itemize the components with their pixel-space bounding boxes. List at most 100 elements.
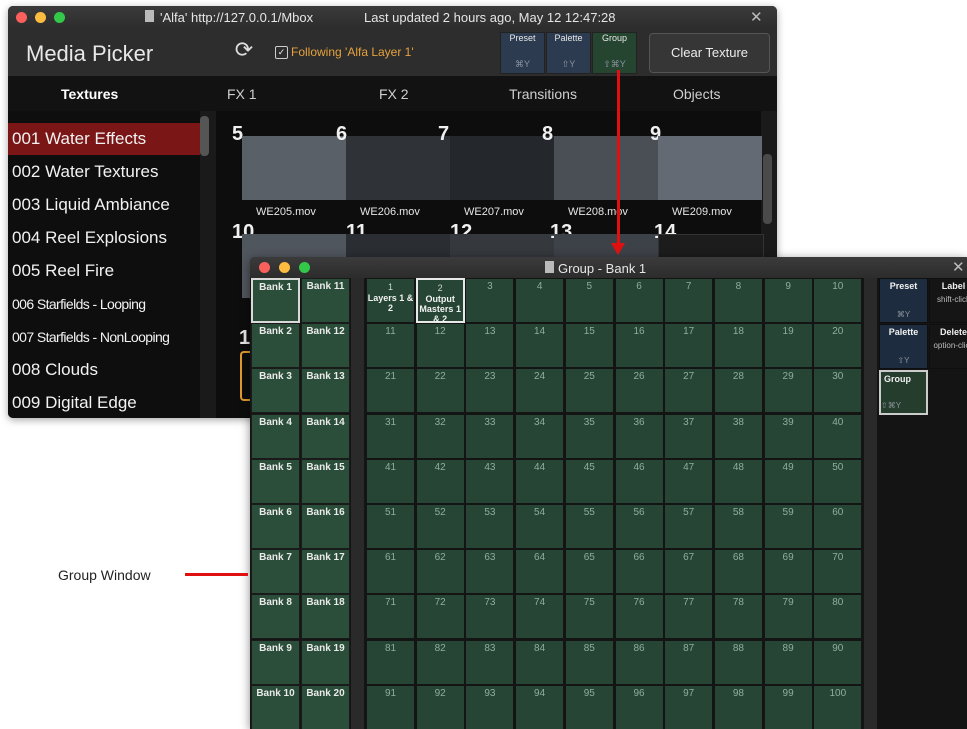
pin-icon[interactable]: ✕ xyxy=(952,258,965,276)
folder-item[interactable]: 003 Liquid Ambiance xyxy=(8,189,200,221)
group-cell[interactable]: 32 xyxy=(415,413,465,459)
group-cell[interactable]: 43 xyxy=(465,458,515,504)
folder-item[interactable]: 001 Water Effects xyxy=(8,123,200,155)
group-cell[interactable]: 37 xyxy=(664,413,714,459)
bank-button[interactable]: Bank 6 xyxy=(251,504,300,549)
group-cell[interactable]: 97 xyxy=(664,684,714,729)
group-cell[interactable]: 73 xyxy=(465,594,515,640)
group-cell[interactable]: 22 xyxy=(415,368,465,414)
group-cell[interactable]: 11 xyxy=(366,323,415,369)
group-cell[interactable]: 7 xyxy=(664,278,714,323)
group-cell[interactable]: 13 xyxy=(465,323,515,369)
texture-thumbnail[interactable] xyxy=(346,136,450,200)
group-cell[interactable]: 52 xyxy=(415,504,465,549)
group-cell[interactable]: 80 xyxy=(813,594,863,640)
group-cell[interactable]: 77 xyxy=(664,594,714,640)
group-cell[interactable]: 51 xyxy=(366,504,415,549)
group-cell[interactable]: 29 xyxy=(763,368,813,414)
group-cell[interactable]: 35 xyxy=(564,413,614,459)
group-cell[interactable]: 95 xyxy=(564,684,614,729)
bank-button[interactable]: Bank 13 xyxy=(301,368,350,414)
group-cell[interactable]: 85 xyxy=(564,639,614,685)
group-cell[interactable]: 19 xyxy=(763,323,813,369)
group-cell[interactable]: 70 xyxy=(813,549,863,595)
group-cell[interactable]: 98 xyxy=(713,684,763,729)
folder-item[interactable]: 009 Digital Edge xyxy=(8,387,200,418)
folder-item[interactable]: 002 Water Textures xyxy=(8,156,200,188)
refresh-icon[interactable]: ⟳ xyxy=(229,35,259,65)
group-cell[interactable]: 14 xyxy=(515,323,565,369)
bank-scrollbar[interactable] xyxy=(351,278,364,729)
zoom-window-button[interactable] xyxy=(299,262,310,273)
group-cell[interactable]: 16 xyxy=(614,323,664,369)
folder-list[interactable]: 001 Water Effects 002 Water Textures 003… xyxy=(8,111,200,418)
group-cell[interactable]: 62 xyxy=(415,549,465,595)
minimize-window-button[interactable] xyxy=(35,12,46,23)
group-cell[interactable]: 42 xyxy=(415,458,465,504)
following-checkbox[interactable]: ✓ xyxy=(275,46,288,59)
bank-button[interactable]: Bank 1 xyxy=(251,278,300,323)
group-cell[interactable]: 74 xyxy=(515,594,565,640)
group-cell[interactable]: 4 xyxy=(515,278,565,323)
preset-mode-button[interactable]: Preset ⌘Y xyxy=(500,32,545,74)
group-cell[interactable]: 45 xyxy=(564,458,614,504)
group-cell[interactable]: 5 xyxy=(564,278,614,323)
group-cell[interactable]: 17 xyxy=(664,323,714,369)
tab-objects[interactable]: Objects xyxy=(673,86,720,102)
group-cell[interactable]: 88 xyxy=(713,639,763,685)
folder-item[interactable]: 007 Starfields - NonLooping xyxy=(8,321,200,353)
bank-button[interactable]: Bank 11 xyxy=(301,278,350,323)
group-cell[interactable]: 38 xyxy=(713,413,763,459)
group-cell[interactable]: 72 xyxy=(415,594,465,640)
group-cell[interactable]: 81 xyxy=(366,639,415,685)
group-cell[interactable]: 68 xyxy=(713,549,763,595)
group-cell[interactable]: 21 xyxy=(366,368,415,414)
bank-button[interactable]: Bank 12 xyxy=(301,323,350,369)
group-cell[interactable]: 93 xyxy=(465,684,515,729)
group-cell[interactable]: 61 xyxy=(366,549,415,595)
delete-button[interactable]: Delete option-click xyxy=(929,324,967,369)
bank-button[interactable]: Bank 7 xyxy=(251,549,300,595)
group-cell[interactable]: 96 xyxy=(614,684,664,729)
group-cell[interactable]: 34 xyxy=(515,413,565,459)
bank-button[interactable]: Bank 19 xyxy=(301,639,350,685)
group-cell[interactable]: 56 xyxy=(614,504,664,549)
group-cell[interactable]: 23 xyxy=(465,368,515,414)
group-cell[interactable]: 92 xyxy=(415,684,465,729)
bank-button[interactable]: Bank 17 xyxy=(301,549,350,595)
group-cell[interactable]: 12 xyxy=(415,323,465,369)
group-cell[interactable]: 20 xyxy=(813,323,863,369)
group-cell[interactable]: 30 xyxy=(813,368,863,414)
tab-transitions[interactable]: Transitions xyxy=(509,86,577,102)
group-cell[interactable]: 79 xyxy=(763,594,813,640)
group-cell[interactable]: 27 xyxy=(664,368,714,414)
tab-fx1[interactable]: FX 1 xyxy=(227,86,257,102)
group-cell[interactable]: 26 xyxy=(614,368,664,414)
group-cell[interactable]: 49 xyxy=(763,458,813,504)
group-cell[interactable]: 57 xyxy=(664,504,714,549)
palette-mode-button[interactable]: Palette ⇧Y xyxy=(546,32,591,74)
group-cell[interactable]: 86 xyxy=(614,639,664,685)
texture-thumbnail[interactable] xyxy=(242,136,346,200)
group-cell[interactable]: 8 xyxy=(713,278,763,323)
group-grid-scrollbar[interactable] xyxy=(864,278,877,729)
group-cell[interactable]: 47 xyxy=(664,458,714,504)
group-cell[interactable]: 87 xyxy=(664,639,714,685)
group-cell[interactable]: 31 xyxy=(366,413,415,459)
group-cell[interactable]: 59 xyxy=(763,504,813,549)
group-cell[interactable]: 66 xyxy=(614,549,664,595)
group-mode-button[interactable]: Group ⇧⌘Y xyxy=(879,370,928,415)
texture-thumbnail[interactable] xyxy=(450,136,554,200)
group-cell[interactable]: 64 xyxy=(515,549,565,595)
bank-button[interactable]: Bank 8 xyxy=(251,594,300,640)
group-cell[interactable]: 71 xyxy=(366,594,415,640)
group-cell[interactable]: 24 xyxy=(515,368,565,414)
group-cell[interactable]: 55 xyxy=(564,504,614,549)
group-cell[interactable]: 40 xyxy=(813,413,863,459)
group-cell[interactable]: 67 xyxy=(664,549,714,595)
folder-list-scrollbar[interactable] xyxy=(200,116,209,156)
group-cell[interactable]: 84 xyxy=(515,639,565,685)
group-cell[interactable]: 54 xyxy=(515,504,565,549)
folder-item[interactable]: 008 Clouds xyxy=(8,354,200,386)
group-cell[interactable]: 63 xyxy=(465,549,515,595)
